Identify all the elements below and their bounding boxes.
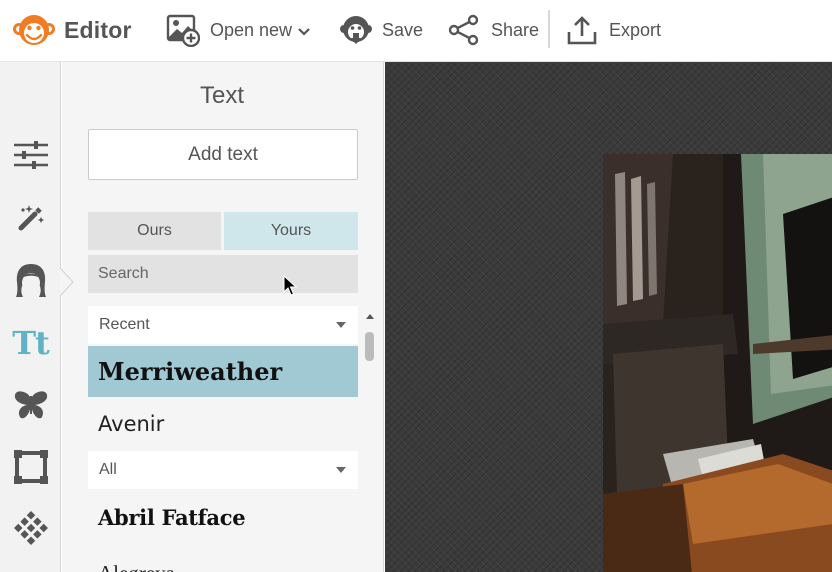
open-new-label: Open new (210, 19, 293, 40)
scroll-up-arrow-icon[interactable] (366, 314, 374, 319)
recent-dropdown-label: Recent (99, 316, 150, 333)
editor-canvas[interactable] (385, 62, 832, 572)
frame-icon (13, 450, 48, 484)
butterfly-icon (14, 391, 47, 419)
texture-icon (13, 511, 48, 545)
save-label: Save (382, 19, 424, 40)
rail-item-text[interactable]: Tt (0, 318, 61, 368)
open-new-button[interactable]: Open new (166, 10, 310, 50)
face-icon (15, 264, 46, 297)
upload-icon (567, 16, 597, 45)
tab-yours[interactable]: Yours (224, 212, 358, 250)
toolbar-divider (548, 10, 550, 48)
font-item-merriweather[interactable]: Merriweather (88, 346, 358, 397)
rail-item-touch-up[interactable] (0, 255, 61, 305)
panel-title: Text (199, 82, 244, 109)
font-search-input[interactable] (88, 255, 358, 293)
font-item-avenir[interactable]: Avenir (88, 398, 358, 449)
all-dropdown-label: All (99, 461, 117, 478)
photo-image[interactable] (603, 154, 832, 572)
sliders-icon (13, 141, 48, 169)
all-fonts-dropdown[interactable]: All (88, 451, 358, 489)
share-button[interactable]: Share (448, 10, 539, 50)
chevron-down-icon (298, 27, 310, 36)
export-button[interactable]: Export (566, 10, 661, 50)
save-monkey-icon (340, 16, 372, 44)
rail-item-basic-edits[interactable] (0, 130, 61, 180)
dropdown-arrow-icon (336, 467, 346, 473)
export-label: Export (609, 19, 662, 40)
add-text-button[interactable]: Add text (88, 129, 358, 180)
save-button[interactable]: Save (340, 10, 423, 50)
rail-item-overlays[interactable] (0, 380, 61, 430)
rail-item-textures[interactable] (0, 503, 61, 553)
share-icon (448, 14, 479, 46)
share-label: Share (491, 19, 540, 40)
font-item-alegreya[interactable]: Alegreya (88, 548, 358, 572)
tool-rail: Tt (0, 62, 61, 572)
rail-item-effects[interactable] (0, 193, 61, 243)
tab-ours[interactable]: Ours (88, 212, 221, 250)
active-tool-pointer (60, 268, 74, 296)
monkey-logo-icon[interactable] (12, 12, 56, 48)
recent-fonts-dropdown[interactable]: Recent (88, 306, 358, 344)
font-item-abril-fatface[interactable]: Abril Fatface (88, 492, 358, 543)
text-icon: Tt (12, 324, 50, 362)
text-panel: Text Add text Ours Yours Recent Merriwea… (62, 62, 384, 572)
rail-item-frames[interactable] (0, 442, 61, 492)
dropdown-arrow-icon (336, 322, 346, 328)
app-title: Editor (64, 17, 132, 43)
mouse-cursor-icon (283, 275, 297, 296)
magic-wand-icon (18, 205, 44, 231)
scroll-thumb[interactable] (365, 332, 374, 361)
top-toolbar: Editor Open new Save Share Export (0, 0, 832, 62)
add-image-icon (166, 14, 200, 47)
